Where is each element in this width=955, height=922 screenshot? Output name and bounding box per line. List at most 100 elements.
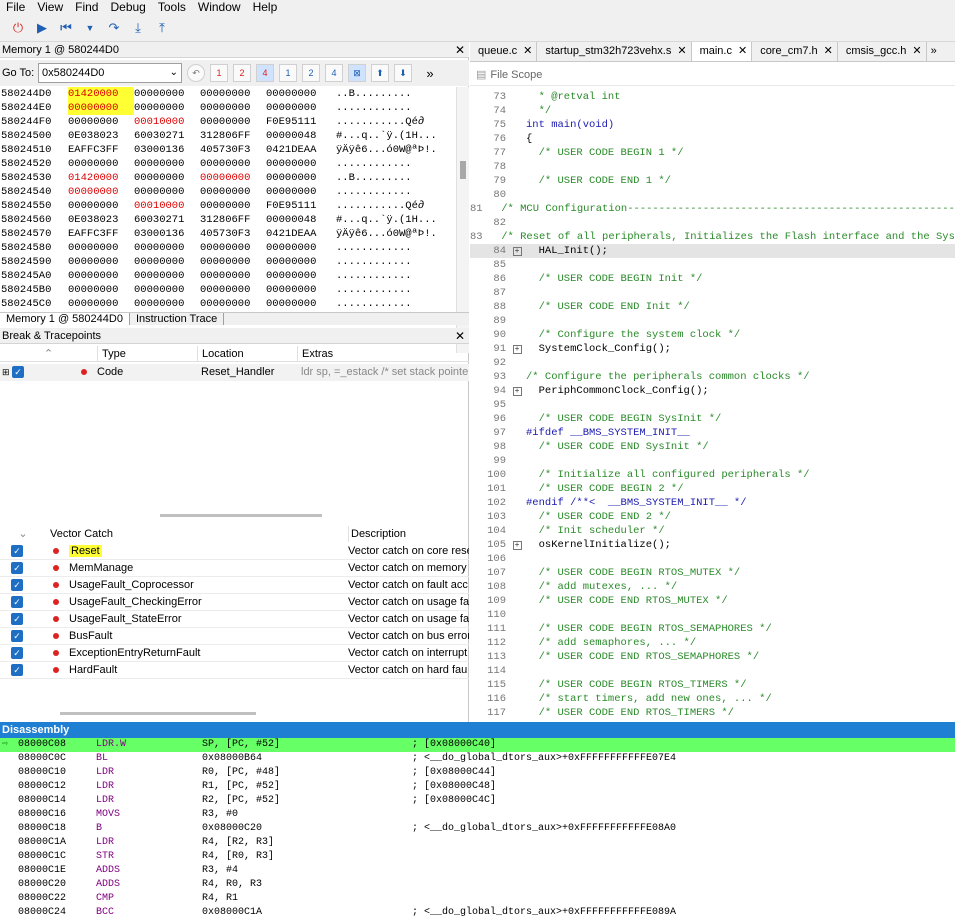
vector-catch-checkbox[interactable]: ✓ [11, 596, 23, 608]
overflow-icon[interactable]: » [420, 63, 440, 83]
disassembly-row[interactable]: 08000C1C STR R4, [R0, R3] [0, 850, 955, 864]
memory-cell[interactable]: 0421DEAA [266, 227, 332, 241]
expand-icon[interactable]: + [512, 386, 522, 396]
memory-cell[interactable]: 00000000 [134, 241, 200, 255]
code-line[interactable]: 96 /* USER CODE BEGIN SysInit */ [470, 412, 955, 426]
code-line[interactable]: 105 + osKernelInitialize(); [470, 538, 955, 552]
code-line[interactable]: 76 { [470, 132, 955, 146]
vector-catch-checkbox[interactable]: ✓ [11, 579, 23, 591]
vector-catch-row[interactable]: ✓ UsageFault_Coprocessor Vector catch on f… [0, 577, 469, 594]
vector-catch-checkbox[interactable]: ✓ [11, 545, 23, 557]
memory-cell[interactable]: 0421DEAA [266, 143, 332, 157]
memory-cell[interactable]: 00000000 [200, 87, 266, 101]
code-line[interactable]: 84 + HAL_Init(); [470, 244, 955, 258]
code-line[interactable]: 88 /* USER CODE END Init */ [470, 300, 955, 314]
code-line[interactable]: 102 #endif /**< __BMS_SYSTEM_INIT__ */ [470, 496, 955, 510]
memory-cell[interactable]: 00000000 [68, 157, 134, 171]
step-into-icon[interactable]: ⤓ [128, 18, 148, 38]
expand-icon[interactable]: + [512, 246, 522, 256]
code-line[interactable]: 75 int main(void) [470, 118, 955, 132]
dropdown-chevron-icon[interactable]: ▼ [80, 18, 100, 38]
code-line[interactable]: 106 [470, 552, 955, 566]
code-line[interactable]: 98 /* USER CODE END SysInit */ [470, 440, 955, 454]
memory-cell[interactable]: 00000000 [68, 255, 134, 269]
memory-cell[interactable]: 00000000 [134, 255, 200, 269]
memory-cell[interactable]: 00000000 [266, 101, 332, 115]
memory-cell[interactable]: 00000000 [266, 283, 332, 297]
memory-cell[interactable]: F0E95111 [266, 115, 332, 129]
disassembly-row[interactable]: 08000C22 CMP R4, R1 [0, 892, 955, 906]
code-line[interactable]: 117 /* USER CODE END RTOS_TIMERS */ [470, 706, 955, 720]
memory-cell[interactable]: 00000000 [200, 255, 266, 269]
memory-cell[interactable]: 00000000 [266, 297, 332, 311]
menu-file[interactable]: File [0, 0, 31, 14]
memory-cell[interactable]: 00000000 [266, 171, 332, 185]
vector-catch-hscroll[interactable] [60, 712, 256, 715]
memory-cell[interactable]: EAFFC3FF [68, 143, 134, 157]
code-editor[interactable]: 73 * @retval int 74 */75 int main(void) 76{… [470, 90, 955, 722]
step-out-icon[interactable]: ⤒ [152, 18, 172, 38]
vector-catch-row[interactable]: ✓ UsageFault_CheckingError Vector catch on… [0, 594, 469, 611]
code-line[interactable]: 83 /* Reset of all peripherals, Initiali… [470, 230, 955, 244]
expand-icon[interactable]: + [512, 540, 522, 550]
disassembly-list[interactable]: ⇨ 08000C08 LDR.W SP, [PC, #52] ; [0x08000C40… [0, 738, 955, 920]
memory-cell[interactable]: 00010000 [134, 199, 200, 213]
step-over-icon[interactable]: ↷ [104, 18, 124, 38]
tab-instruction-trace[interactable]: Instruction Trace [130, 313, 225, 325]
column-type[interactable]: Type [97, 346, 197, 361]
memory-row[interactable]: 580244E0 00000000 00000000 00000000 00000000… [0, 101, 456, 115]
memory-cell[interactable]: 00000000 [134, 283, 200, 297]
memory-cell[interactable]: 00000000 [134, 269, 200, 283]
menu-find[interactable]: Find [69, 0, 104, 14]
format-1byte-alt-icon[interactable]: 1 [279, 64, 297, 82]
overflow-icon[interactable]: » [927, 42, 937, 61]
vector-catch-checkbox[interactable]: ✓ [11, 613, 23, 625]
column-description[interactable]: Description [348, 526, 469, 542]
disassembly-row[interactable]: 08000C1E ADDS R3, #4 [0, 864, 955, 878]
vector-catch-checkbox[interactable]: ✓ [11, 630, 23, 642]
code-line[interactable]: 101 /* USER CODE BEGIN 2 */ [470, 482, 955, 496]
memory-cell[interactable]: 00000000 [266, 255, 332, 269]
memory-cell[interactable]: 00000000 [266, 157, 332, 171]
format-2byte-alt-icon[interactable]: 2 [302, 64, 320, 82]
memory-row[interactable]: 58024520 00000000 00000000 00000000 00000000… [0, 157, 456, 171]
memory-cell[interactable]: 00000000 [200, 157, 266, 171]
memory-row[interactable]: 58024560 0E038023 60030271 312806FF 00000048… [0, 213, 456, 227]
code-line[interactable]: 91 + SystemClock_Config(); [470, 342, 955, 356]
memory-cell[interactable]: 01420000 [68, 171, 134, 185]
menu-help[interactable]: Help [247, 0, 284, 14]
memory-cell[interactable]: 03000136 [134, 227, 200, 241]
memory-cell[interactable]: 00000048 [266, 129, 332, 143]
code-line[interactable]: 113 /* USER CODE END RTOS_SEMAPHORES */ [470, 650, 955, 664]
chevron-down-icon[interactable]: ⌄ [170, 64, 178, 82]
code-line[interactable]: 104 /* Init scheduler */ [470, 524, 955, 538]
code-line[interactable]: 73 * @retval int [470, 90, 955, 104]
memory-cell[interactable]: 60030271 [134, 129, 200, 143]
memory-cell[interactable]: 00000000 [200, 171, 266, 185]
close-icon[interactable]: ✕ [912, 42, 921, 61]
memory-cell[interactable]: 00000000 [134, 171, 200, 185]
breakpoint-row[interactable]: ⊞ ✓ Code Reset_Handler ldr sp, =_estack … [0, 364, 469, 381]
memory-cell[interactable]: 60030271 [134, 213, 200, 227]
memory-cell[interactable]: 00000000 [68, 115, 134, 129]
memory-cell[interactable]: 312806FF [200, 213, 266, 227]
memory-cell[interactable]: 00000000 [200, 199, 266, 213]
tab-file[interactable]: queue.c ✕ [470, 42, 538, 61]
memory-row[interactable]: 58024540 00000000 00000000 00000000 00000000… [0, 185, 456, 199]
memory-row[interactable]: 58024510 EAFFC3FF 03000136 405730F3 0421DEAA… [0, 143, 456, 157]
power-icon[interactable]: ⏻ [8, 18, 28, 38]
memory-cell[interactable]: 00000000 [200, 269, 266, 283]
memory-row[interactable]: 580245C0 00000000 00000000 00000000 00000000… [0, 297, 456, 311]
vector-catch-row[interactable]: ✓ HardFault Vector catch on hard fau [0, 662, 469, 679]
memory-cell[interactable]: 405730F3 [200, 143, 266, 157]
memory-cell[interactable]: 00000000 [200, 101, 266, 115]
close-icon[interactable]: ✕ [455, 328, 465, 344]
memory-row[interactable]: 58024550 00000000 00010000 00000000 F0E95111… [0, 199, 456, 213]
memory-cell[interactable]: 00000000 [134, 101, 200, 115]
code-line[interactable]: 80 [470, 188, 955, 202]
vector-catch-row[interactable]: ✓ BusFault Vector catch on bus error [0, 628, 469, 645]
code-line[interactable]: 115 /* USER CODE BEGIN RTOS_TIMERS */ [470, 678, 955, 692]
tab-file[interactable]: core_cm7.h ✕ [752, 42, 838, 61]
memory-cell[interactable]: 00000000 [68, 297, 134, 311]
format-1byte-icon[interactable]: 1 [210, 64, 228, 82]
